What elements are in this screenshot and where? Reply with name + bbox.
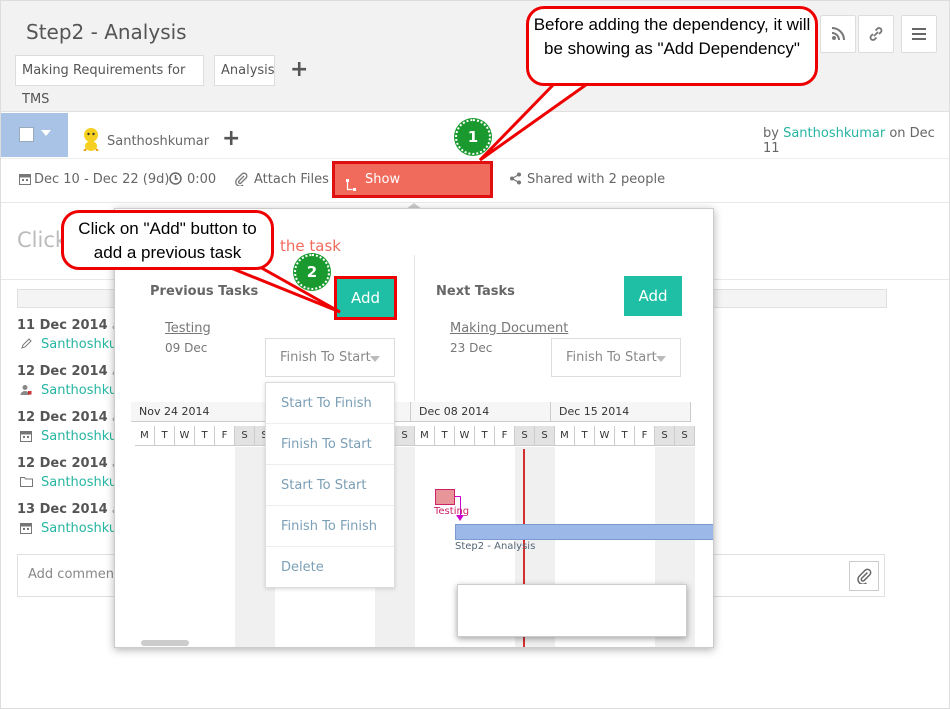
step-badge-2: 2 [294, 254, 330, 290]
callout-one-tail [478, 80, 595, 162]
callout-click-add: Click on "Add" button to add a previous … [61, 210, 274, 270]
callout-tails [225, 80, 595, 314]
callout-add-dependency: Before adding the dependency, it will be… [526, 6, 818, 86]
step-badge-1: 1 [455, 119, 491, 155]
